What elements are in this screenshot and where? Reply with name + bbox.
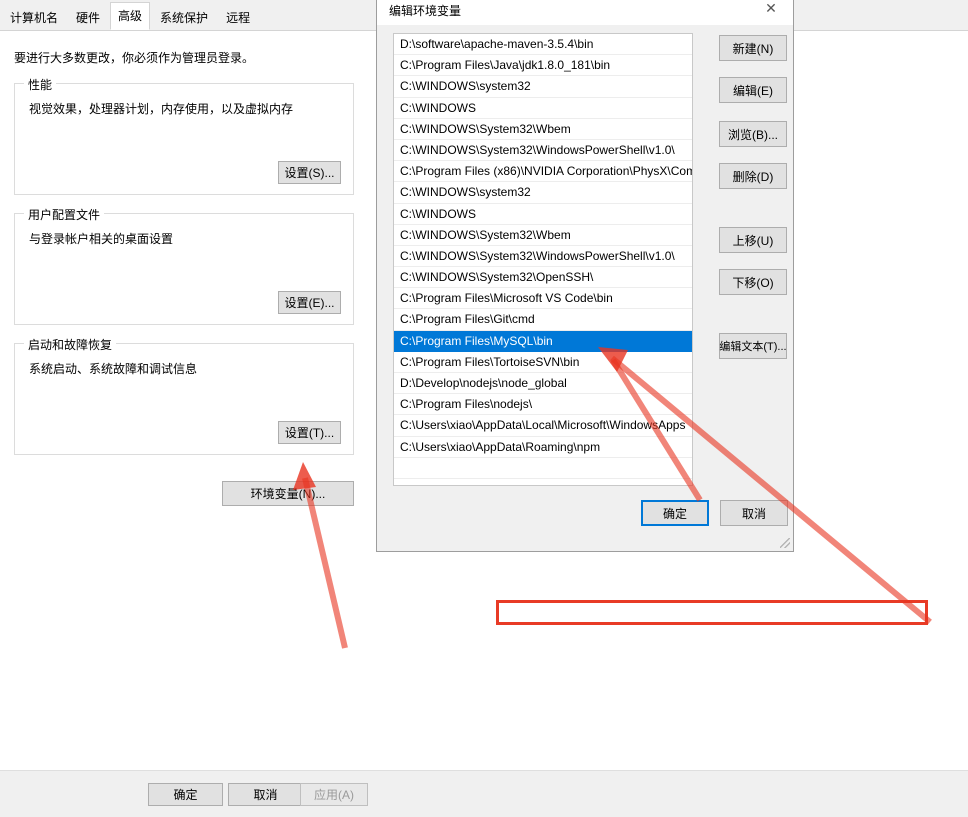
list-item[interactable]: C:\WINDOWS\system32 (394, 182, 692, 204)
startup-recovery-group-title: 启动和故障恢复 (24, 336, 117, 353)
edit-dialog-cancel-button[interactable]: 取消 (720, 500, 788, 526)
tab-remote[interactable]: 远程 (218, 6, 259, 30)
user-profiles-group-title: 用户配置文件 (24, 206, 105, 223)
edit-environment-variable-dialog: 编辑环境变量 ✕ D:\software\apache-maven-3.5.4\… (376, 0, 794, 552)
path-delete-button[interactable]: 删除(D) (719, 163, 787, 189)
tab-computer-name[interactable]: 计算机名 (2, 6, 67, 30)
list-item[interactable]: C:\Users\xiao\AppData\Roaming\npm (394, 437, 692, 458)
startup-recovery-group-desc: 系统启动、系统故障和调试信息 (29, 362, 198, 376)
tab-advanced[interactable]: 高级 (110, 2, 151, 30)
list-item[interactable]: C:\WINDOWS\System32\WindowsPowerShell\v1… (394, 140, 692, 162)
system-properties-apply-button: 应用(A) (300, 783, 368, 806)
edit-dialog-ok-button[interactable]: 确定 (641, 500, 709, 526)
path-new-button[interactable]: 新建(N) (719, 35, 787, 61)
list-item[interactable]: D:\software\apache-maven-3.5.4\bin (394, 34, 692, 56)
list-item[interactable]: C:\Program Files\nodejs\ (394, 394, 692, 416)
admin-notice-text: 要进行大多数更改，你必须作为管理员登录。 (14, 51, 255, 65)
screen: sublime_te… - 快捷方式 Visu Studio 片 25… 系统类… (0, 0, 968, 817)
list-item[interactable]: C:\Program Files\Git\cmd (394, 309, 692, 331)
edit-dialog-titlebar: 编辑环境变量 ✕ (377, 0, 793, 25)
tab-hardware[interactable]: 硬件 (68, 6, 109, 30)
path-edit-text-button[interactable]: 编辑文本(T)... (719, 333, 787, 359)
list-item[interactable]: C:\Program Files\Java\jdk1.8.0_181\bin (394, 55, 692, 77)
performance-settings-button[interactable]: 设置(S)... (278, 161, 341, 184)
user-profiles-group: 用户配置文件 与登录帐户相关的桌面设置 设置(E)... (14, 206, 354, 325)
list-item-selected[interactable]: C:\Program Files\MySQL\bin (394, 330, 692, 352)
list-item[interactable] (394, 458, 692, 479)
tab-system-protection[interactable]: 系统保护 (152, 6, 217, 30)
resize-grip-icon[interactable] (780, 538, 790, 548)
path-row-annotation-box (496, 600, 928, 625)
system-properties-ok-button[interactable]: 确定 (148, 783, 223, 806)
system-properties-cancel-button[interactable]: 取消 (228, 783, 303, 806)
path-browse-button[interactable]: 浏览(B)... (719, 121, 787, 147)
list-item[interactable]: C:\WINDOWS (394, 98, 692, 119)
performance-group: 性能 视觉效果，处理器计划，内存使用，以及虚拟内存 设置(S)... (14, 76, 354, 195)
user-profiles-settings-button[interactable]: 设置(E)... (278, 291, 341, 314)
performance-group-title: 性能 (24, 76, 57, 93)
startup-recovery-group: 启动和故障恢复 系统启动、系统故障和调试信息 设置(T)... (14, 336, 354, 455)
system-properties-footer: 确定 取消 应用(A) (0, 770, 968, 817)
environment-variables-button[interactable]: 环境变量(N)... (222, 481, 354, 506)
path-edit-button[interactable]: 编辑(E) (719, 77, 787, 103)
user-profiles-group-desc: 与登录帐户相关的桌面设置 (29, 232, 174, 246)
close-icon[interactable]: ✕ (749, 0, 793, 23)
list-item[interactable]: C:\WINDOWS\System32\OpenSSH\ (394, 267, 692, 289)
list-item[interactable]: C:\WINDOWS\System32\WindowsPowerShell\v1… (394, 246, 692, 268)
list-item[interactable]: C:\WINDOWS\System32\Wbem (394, 119, 692, 140)
list-item[interactable]: C:\WINDOWS\System32\Wbem (394, 225, 692, 246)
startup-recovery-settings-button[interactable]: 设置(T)... (278, 421, 341, 444)
list-item[interactable]: D:\Develop\nodejs\node_global (394, 373, 692, 395)
system-properties-dialog: 计算机名 硬件 高级 系统保护 远程 要进行大多数更改，你必须作为管理员登录。 … (0, 0, 968, 817)
list-item[interactable]: C:\Program Files (x86)\NVIDIA Corporatio… (394, 161, 692, 183)
edit-dialog-title: 编辑环境变量 (389, 3, 462, 18)
performance-group-desc: 视觉效果，处理器计划，内存使用，以及虚拟内存 (29, 102, 294, 116)
list-item[interactable]: C:\Users\xiao\AppData\Local\Microsoft\Wi… (394, 415, 692, 437)
list-item[interactable]: C:\WINDOWS (394, 204, 692, 225)
path-move-up-button[interactable]: 上移(U) (719, 227, 787, 253)
list-item[interactable]: C:\Program Files\TortoiseSVN\bin (394, 352, 692, 373)
list-item[interactable]: C:\WINDOWS\system32 (394, 76, 692, 98)
list-item[interactable]: C:\Program Files\Microsoft VS Code\bin (394, 288, 692, 310)
path-move-down-button[interactable]: 下移(O) (719, 269, 787, 295)
path-entries-list[interactable]: D:\software\apache-maven-3.5.4\bin C:\Pr… (393, 33, 693, 486)
